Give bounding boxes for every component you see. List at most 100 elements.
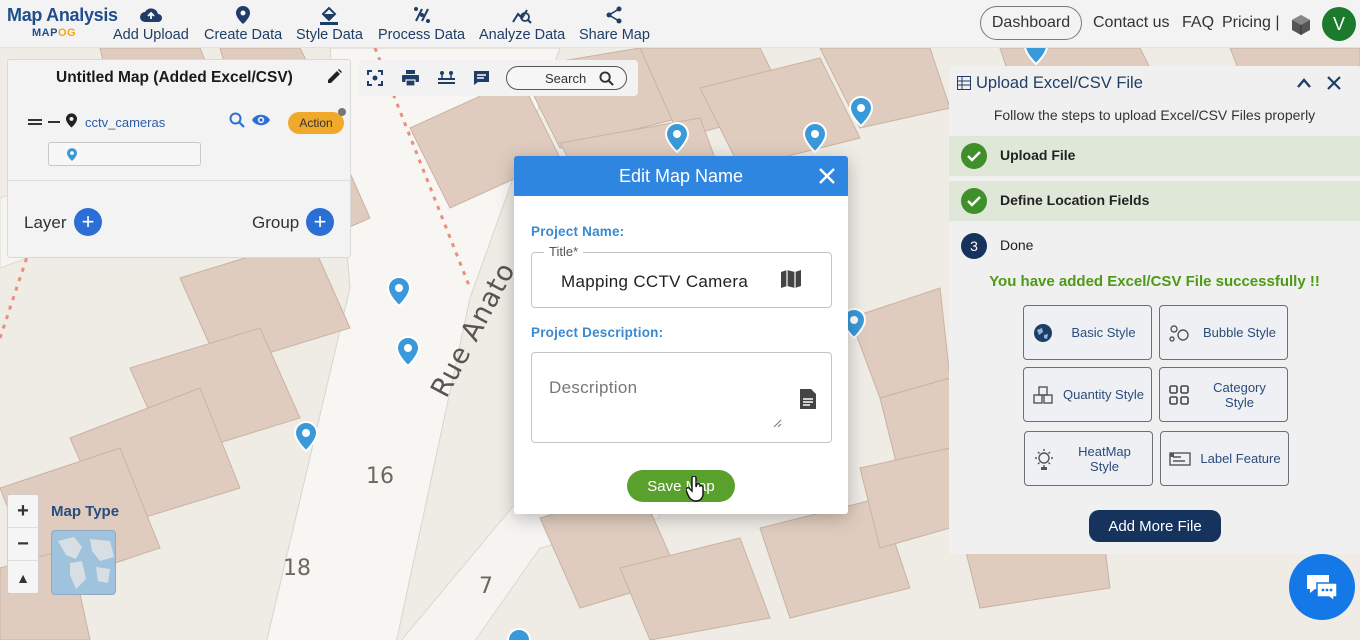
zoom-in-button[interactable]: +	[8, 495, 38, 528]
style-button-label: Bubble Style	[1203, 325, 1276, 340]
title-field[interactable]: Title* Mapping CCTV Camera	[531, 244, 832, 308]
label-feature-button[interactable]: Label Feature	[1160, 431, 1289, 486]
divider	[8, 180, 350, 181]
basic-style-button[interactable]: Basic Style	[1023, 305, 1152, 360]
title-input-value[interactable]: Mapping CCTV Camera	[561, 272, 748, 292]
drag-handle-icon[interactable]	[28, 114, 48, 132]
print-icon[interactable]	[402, 70, 419, 91]
comment-icon[interactable]	[473, 70, 490, 91]
nav-share-map[interactable]: Share Map	[579, 4, 650, 43]
add-more-file-button[interactable]: Add More File	[1089, 510, 1221, 542]
add-group-button[interactable]: +	[306, 208, 334, 236]
upload-panel-header: Upload Excel/CSV File	[949, 66, 1360, 100]
style-button-label: Category Style	[1213, 379, 1266, 410]
style-button-label: Label Feature	[1200, 451, 1281, 466]
pencil-icon[interactable]	[326, 68, 343, 90]
category-style-button[interactable]: Category Style	[1159, 367, 1288, 422]
step-number: 3	[961, 233, 987, 259]
chevron-up-icon[interactable]	[1296, 76, 1312, 94]
style-button-label: Basic Style	[1071, 325, 1136, 340]
fullscreen-icon[interactable]	[367, 70, 383, 91]
3d-cube-icon[interactable]	[1290, 14, 1312, 41]
map-type-thumbnail[interactable]	[51, 530, 116, 595]
save-map-button[interactable]: Save Map	[627, 470, 735, 502]
add-layer-button[interactable]: +	[74, 208, 102, 236]
description-textarea[interactable]: Description	[531, 352, 832, 443]
close-icon[interactable]	[1326, 75, 1342, 96]
avatar[interactable]: V	[1322, 7, 1356, 41]
compass-button[interactable]: ▲	[8, 561, 38, 594]
map-icon	[780, 269, 802, 294]
upload-panel-title: Upload Excel/CSV File	[976, 74, 1143, 92]
style-button-label: Quantity Style	[1063, 387, 1144, 402]
spreadsheet-icon	[957, 76, 971, 95]
project-description-label: Project Description:	[531, 325, 664, 340]
nav-label: Share Map	[579, 27, 650, 43]
quantity-style-button[interactable]: Quantity Style	[1023, 367, 1152, 422]
status-dot	[338, 108, 346, 116]
layer-name[interactable]: cctv_cameras	[85, 115, 235, 130]
pricing-link[interactable]: Pricing |	[1222, 14, 1280, 32]
step-done: 3 Done	[949, 226, 1360, 266]
layer-panel: Untitled Map (Added Excel/CSV) cctv_came…	[7, 59, 351, 258]
nav-analyze-data[interactable]: Analyze Data	[479, 4, 565, 43]
dashboard-button[interactable]: Dashboard	[980, 6, 1082, 40]
resize-handle-icon[interactable]	[772, 415, 782, 433]
house-number: 18	[283, 556, 311, 581]
top-navigation: Map Analysis MAPOG Add Upload Create Dat…	[0, 0, 1360, 48]
layer-label: Layer	[24, 213, 67, 232]
layer-row: cctv_cameras	[28, 112, 271, 133]
description-placeholder: Description	[549, 378, 638, 397]
paint-bucket-icon	[319, 4, 339, 26]
location-pin-icon	[236, 4, 251, 26]
eye-icon[interactable]	[251, 113, 271, 132]
success-message: You have added Excel/CSV File successful…	[989, 273, 1320, 290]
logo[interactable]: Map Analysis MAPOG	[7, 5, 118, 39]
nav-create-data[interactable]: Create Data	[204, 4, 282, 43]
label-icon	[1161, 451, 1199, 467]
logo-title: Map Analysis	[7, 5, 118, 25]
check-icon	[961, 143, 987, 169]
dialog-header: Edit Map Name	[514, 156, 848, 196]
measure-icon[interactable]	[438, 70, 455, 91]
nav-style-data[interactable]: Style Data	[296, 4, 363, 43]
heatmap-style-button[interactable]: HeatMap Style	[1024, 431, 1153, 486]
process-icon	[413, 4, 431, 26]
step-label: Done	[1000, 237, 1034, 253]
hand-cursor-icon	[685, 475, 706, 507]
zoom-out-button[interactable]: −	[8, 528, 38, 561]
nav-process-data[interactable]: Process Data	[378, 4, 465, 43]
faq-link[interactable]: FAQ	[1182, 14, 1214, 32]
chat-icon	[1307, 575, 1338, 601]
contact-link[interactable]: Contact us	[1093, 14, 1169, 32]
cloud-upload-icon	[139, 4, 162, 26]
world-map-icon	[58, 537, 114, 589]
bubble-style-button[interactable]: Bubble Style	[1159, 305, 1288, 360]
chat-support-button[interactable]	[1289, 554, 1355, 620]
search-icon	[599, 71, 614, 86]
bubble-icon	[1160, 323, 1198, 343]
nav-label: Style Data	[296, 27, 363, 43]
search-input[interactable]: Search	[506, 66, 627, 90]
zoom-to-layer-icon[interactable]	[229, 112, 245, 133]
analyze-icon	[512, 4, 532, 26]
globe-icon	[1024, 323, 1062, 343]
style-button-label: HeatMap Style	[1078, 443, 1131, 474]
nav-label: Analyze Data	[479, 27, 566, 43]
dialog-title: Edit Map Name	[618, 166, 744, 186]
layer-style-field[interactable]	[48, 142, 201, 166]
project-name-label: Project Name:	[531, 224, 625, 239]
collapse-icon[interactable]	[48, 114, 66, 132]
search-label: Search	[545, 71, 587, 86]
category-grid-icon	[1160, 384, 1198, 405]
document-icon	[799, 388, 817, 415]
nav-add-upload[interactable]: Add Upload	[113, 4, 189, 43]
nav-label: Process Data	[378, 27, 466, 43]
zoom-control: + − ▲	[7, 494, 39, 594]
upload-panel-subtitle: Follow the steps to upload Excel/CSV Fil…	[993, 107, 1316, 123]
action-button[interactable]: Action	[288, 112, 344, 134]
close-icon[interactable]	[818, 167, 836, 190]
nav-label: Add Upload	[113, 27, 189, 43]
group-label: Group	[252, 213, 300, 232]
logo-subtitle: MAPOG	[32, 27, 77, 39]
